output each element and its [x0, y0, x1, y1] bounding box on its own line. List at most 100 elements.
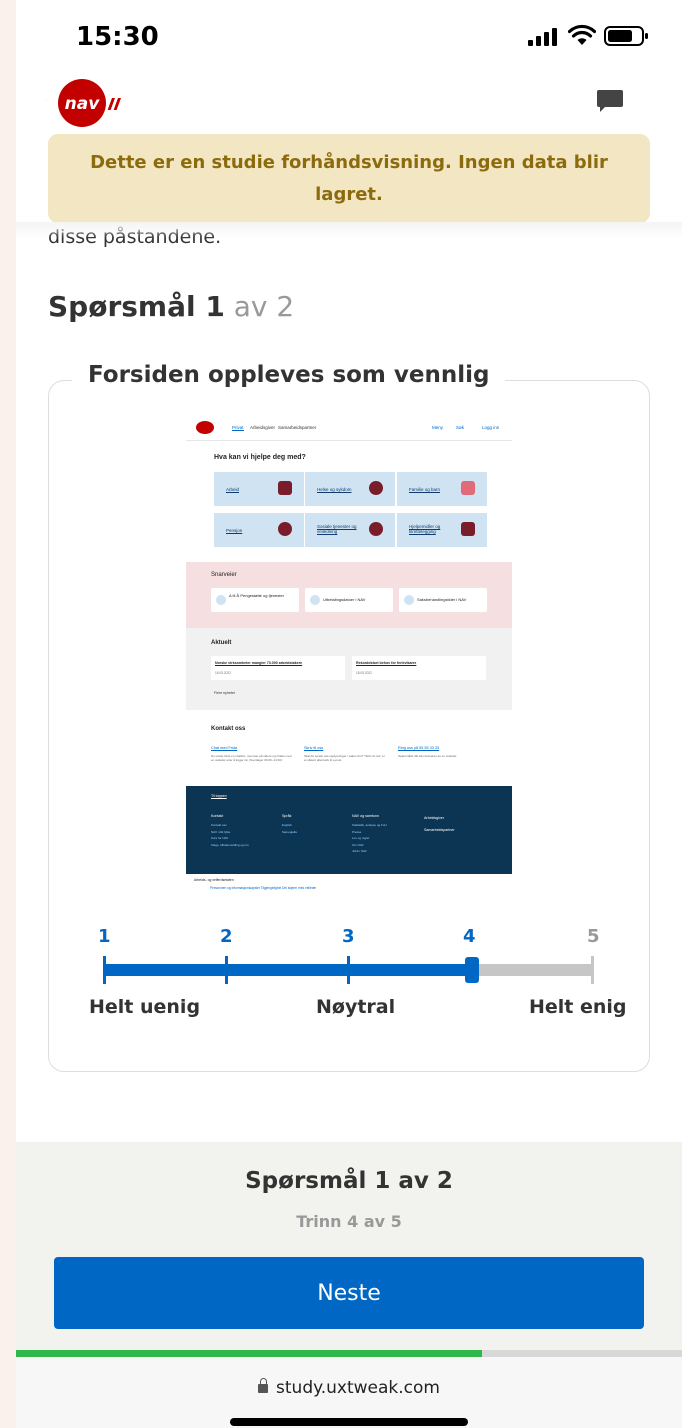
contact-title: Skriv til oss: [304, 746, 324, 750]
preview-nav-item: Samarbeidspartner: [278, 425, 317, 430]
preview-nav-item: Søk: [456, 425, 465, 430]
preview-nav-item: Arbeidsgiver: [250, 425, 276, 430]
scale-tick-5[interactable]: [591, 956, 594, 984]
scale-tick-2[interactable]: [225, 956, 228, 984]
scale-label-middle: Nøytral: [316, 996, 396, 1018]
piggy-bank-icon: [278, 522, 292, 536]
preview-heading: Hva kan vi hjelpe deg med?: [214, 454, 306, 461]
survey-page: 15:30 nav Dette er en studie forhåndsvis…: [16, 0, 682, 1428]
news-date: 18.05.2022: [356, 671, 372, 675]
url-text: study.uxtweak.com: [276, 1378, 440, 1398]
statement-legend: Forsiden oppleves som vennlig: [72, 362, 506, 388]
scale-track-empty[interactable]: [471, 964, 593, 976]
preview-shortcuts: Snarveier A til Å Pengestøtte og tjenest…: [186, 562, 512, 628]
battery-icon: [604, 26, 648, 46]
footer-link: Samegiella: [282, 829, 297, 834]
preview-contact-item: Skriv til oss Skal du sende oss opplysnin…: [304, 746, 388, 762]
footer-col-title: NAV og samfunn: [352, 814, 379, 818]
chevron-icon: [404, 595, 414, 605]
scale-point-5[interactable]: 5: [587, 926, 600, 947]
footer-link: Jobb i NAV: [352, 849, 367, 853]
scale-point-3[interactable]: 3: [342, 926, 355, 947]
scale-track-filled[interactable]: [104, 964, 471, 976]
home-indicator[interactable]: [230, 1418, 468, 1426]
contact-desc: Du møter først en chatbot, men kan på vi…: [211, 754, 292, 762]
preview-nav-item: Privat: [232, 425, 244, 431]
preview-tile-label: Hjelpemidler og tilrettelegging: [409, 524, 441, 534]
preview-news-title: Aktuelt: [211, 640, 232, 646]
contact-title: Chat med Frida: [211, 746, 238, 750]
lock-icon: [258, 1378, 269, 1393]
preview-nav-item: Meny: [432, 425, 444, 430]
contact-desc: Spørsmålet ditt kan besvares av en veile…: [398, 754, 458, 758]
compass-icon: [369, 522, 383, 536]
chevron-icon: [216, 595, 226, 605]
footer-col-links: English Samegiella: [282, 822, 297, 835]
assistance-dog-icon: [461, 522, 475, 536]
preview-contact-item: Ring oss på 55 55 33 33 Spørsmålet ditt k…: [398, 746, 482, 758]
scale-point-4[interactable]: 4: [463, 926, 476, 947]
scale-label-right: Helt enig: [529, 996, 627, 1018]
preview-tile-label: Familie og barn: [409, 487, 441, 492]
next-button[interactable]: Neste: [54, 1257, 644, 1329]
scale-handle[interactable]: [465, 957, 479, 983]
preview-banner: Dette er en studie forhåndsvisning. Inge…: [48, 134, 650, 223]
footer-col-title: Språk: [282, 814, 292, 818]
scale-tick-3[interactable]: [347, 956, 350, 984]
address-bar[interactable]: study.uxtweak.com: [16, 1378, 682, 1398]
stroller-icon: [461, 481, 475, 495]
preview-nav-item: Logg inn: [482, 425, 500, 430]
chat-icon[interactable]: [596, 88, 624, 114]
preview-tile-label: Helse og sykdom: [317, 487, 352, 492]
preview-shortcuts-title: Snarveier: [211, 572, 237, 578]
preview-bottom-line: Arbeids- og velferdsetaten: [194, 878, 234, 882]
preview-tile: Sosiale tjenester og veiledning: [305, 513, 395, 547]
preview-logo: [196, 421, 214, 434]
stethoscope-icon: [369, 481, 383, 495]
footer-step: Trinn 4 av 5: [296, 1212, 402, 1231]
footer-link: Klage, tilbakemelding og ros: [211, 842, 249, 847]
preview-footer: Til toppen Kontakt Kontakt oss NAV i dit…: [186, 786, 512, 874]
preview-tile: Pensjon: [214, 513, 304, 547]
status-time: 15:30: [76, 22, 159, 52]
preview-shortcut: Saksbehandlingstider i NAV: [399, 588, 487, 612]
preview-bottom-links: Personvern og informasjonskapsler Tilgje…: [210, 886, 317, 890]
scale-point-2[interactable]: 2: [220, 926, 233, 947]
status-bar: 15:30: [16, 0, 682, 74]
nav-logo[interactable]: nav: [46, 76, 130, 130]
preview-contact-title: Kontakt oss: [211, 726, 246, 732]
preview-shortcut: Utbetalingsdatoer i NAV: [305, 588, 393, 612]
preview-news-card: Norske virksomheter mangler 73.000 arbei…: [211, 656, 345, 680]
preview-shortcut-label: Saksbehandlingstider i NAV: [417, 597, 467, 602]
svg-text:nav: nav: [65, 94, 101, 114]
scale-tick-1[interactable]: [103, 956, 106, 984]
news-title: Rekorddstort behov for ferievikarer: [356, 661, 417, 665]
preview-tile: Helse og sykdom: [305, 472, 395, 506]
preview-shortcut-label: A til Å Pengestøtte og tjenester: [229, 593, 284, 598]
preview-news-card: Rekorddstort behov for ferievikarer 18.05…: [352, 656, 486, 680]
progress-bar: [16, 1350, 682, 1357]
preview-tile-label: Arbeid: [226, 487, 240, 492]
question-number: Spørsmål 1: [48, 290, 225, 323]
preview-tile: Arbeid: [214, 472, 304, 506]
progress-fill: [16, 1350, 483, 1357]
preview-contact-item: Chat med Frida Du møter først en chatbot,…: [211, 746, 295, 762]
footer-col-links: Statistikk, analyse og FoU Presse Lov og…: [352, 822, 387, 855]
news-title: Norske virksomheter mangler 73.000 arbei…: [215, 661, 303, 665]
signal-icon: [528, 28, 557, 46]
chevron-icon: [310, 595, 320, 605]
preview-tile: Hjelpemidler og tilrettelegging: [397, 513, 487, 547]
contact-desc: Skal du sende oss opplysninger i saken d…: [304, 754, 385, 762]
preview-to-top: Til toppen: [211, 794, 227, 798]
footer-side-link: Arbeidsgiver: [424, 816, 444, 820]
stimulus-image: Privat Arbeidsgiver Samarbeidspartner Me…: [186, 416, 512, 894]
preview-tile-label: Sosiale tjenester og veiledning: [317, 524, 357, 534]
preview-news: Aktuelt Norske virksomheter mangler 73.0…: [186, 628, 512, 710]
footer-col-links: Kontakt oss NAV i ditt fylke Kurs for NA…: [211, 822, 249, 848]
contact-title: Ring oss på 55 55 33 33: [398, 746, 440, 750]
preview-contact: Kontakt oss Chat med Frida Du møter først…: [186, 710, 512, 786]
preview-banner-text: Dette er en studie forhåndsvisning. Inge…: [90, 151, 608, 205]
footer-col-title: Kontakt: [211, 814, 224, 818]
scale-point-1[interactable]: 1: [98, 926, 111, 947]
preview-tile: Familie og barn: [397, 472, 487, 506]
